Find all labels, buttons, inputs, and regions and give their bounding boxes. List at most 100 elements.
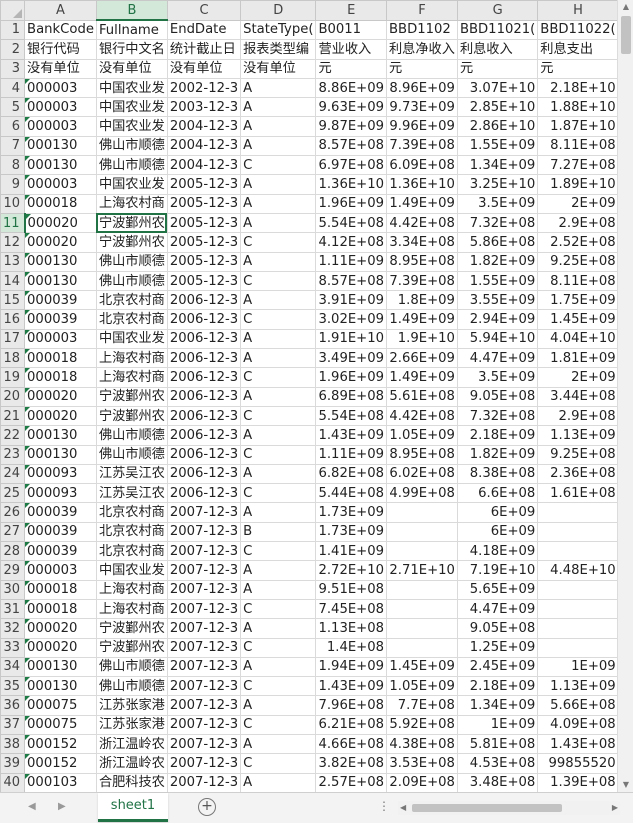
cell-g1[interactable]: BBD11021( — [456, 19, 539, 41]
cell-g29[interactable]: 7.19E+10 — [456, 560, 539, 581]
row-header[interactable]: 35 — [0, 676, 26, 697]
cell-h17[interactable]: 4.04E+10 — [537, 328, 617, 350]
cell-h40[interactable]: 1.39E+08 — [537, 772, 617, 792]
cell-f20[interactable]: 5.61E+08 — [386, 386, 458, 407]
cell-b6[interactable]: 中国农业发 — [95, 116, 168, 137]
cell-c36[interactable]: 2007-12-3 — [166, 695, 242, 716]
row-header[interactable]: 20 — [0, 386, 26, 407]
cell-d34[interactable]: A — [240, 656, 317, 678]
cell-e40[interactable]: 2.57E+08 — [315, 772, 387, 792]
cell-f22[interactable]: 1.05E+09 — [386, 425, 458, 446]
cell-f37[interactable]: 5.92E+08 — [386, 714, 458, 735]
cell-d37[interactable]: C — [240, 714, 317, 735]
cell-h21[interactable]: 2.9E+08 — [537, 405, 617, 427]
row-header[interactable]: 9 — [0, 174, 26, 195]
cell-f31[interactable] — [386, 598, 458, 620]
cell-f19[interactable]: 1.49E+09 — [386, 367, 458, 388]
cell-h9[interactable]: 1.89E+10 — [537, 174, 617, 195]
column-header-e[interactable]: E — [315, 0, 387, 21]
cell-f9[interactable]: 1.36E+10 — [386, 174, 458, 195]
cell-b11[interactable]: 宁波鄞州农 — [95, 212, 168, 234]
row-header[interactable]: 40 — [0, 772, 26, 792]
cell-a35[interactable]: 000130 — [24, 676, 97, 697]
cell-e3[interactable]: 元 — [315, 58, 387, 79]
cell-e21[interactable]: 5.54E+08 — [315, 405, 387, 427]
cell-e30[interactable]: 9.51E+08 — [315, 579, 387, 600]
cell-a18[interactable]: 000018 — [24, 348, 97, 369]
cell-d36[interactable]: A — [240, 695, 317, 716]
cell-b3[interactable]: 没有单位 — [95, 58, 168, 79]
cell-d25[interactable]: C — [240, 483, 317, 504]
cell-a20[interactable]: 000020 — [24, 386, 97, 407]
cell-b38[interactable]: 浙江温岭农 — [95, 733, 168, 755]
cell-f6[interactable]: 9.96E+09 — [386, 116, 458, 137]
cell-d30[interactable]: A — [240, 579, 317, 600]
row-header[interactable]: 4 — [0, 77, 26, 99]
cell-e38[interactable]: 4.66E+08 — [315, 733, 387, 755]
cell-g3[interactable]: 元 — [456, 58, 539, 79]
scroll-up-icon[interactable]: ▲ — [618, 0, 633, 14]
cell-c37[interactable]: 2007-12-3 — [166, 714, 242, 735]
cell-a1[interactable]: BankCode — [24, 19, 97, 41]
cell-g32[interactable]: 9.05E+08 — [456, 618, 539, 639]
cell-g22[interactable]: 2.18E+09 — [456, 425, 539, 446]
cell-a37[interactable]: 000075 — [24, 714, 97, 735]
vertical-scrollbar[interactable]: ▲ ▼ — [617, 0, 633, 792]
cell-g7[interactable]: 1.55E+09 — [456, 135, 539, 157]
cell-h12[interactable]: 2.52E+08 — [537, 232, 617, 253]
cell-e1[interactable]: B0011 — [315, 19, 387, 41]
cell-d39[interactable]: C — [240, 753, 317, 774]
cell-h20[interactable]: 3.44E+08 — [537, 386, 617, 407]
cell-c8[interactable]: 2004-12-3 — [166, 155, 242, 176]
cell-a4[interactable]: 000003 — [24, 77, 97, 99]
cell-h5[interactable]: 1.88E+10 — [537, 97, 617, 118]
cell-f14[interactable]: 7.39E+08 — [386, 270, 458, 292]
cell-b15[interactable]: 北京农村商 — [95, 290, 168, 311]
cell-c5[interactable]: 2003-12-3 — [166, 97, 242, 118]
cell-e11[interactable]: 5.54E+08 — [315, 212, 387, 234]
cell-d13[interactable]: A — [240, 251, 317, 272]
cell-a24[interactable]: 000093 — [24, 463, 97, 485]
cell-d8[interactable]: C — [240, 155, 317, 176]
cell-b19[interactable]: 上海农村商 — [95, 367, 168, 388]
cell-b28[interactable]: 北京农村商 — [95, 541, 168, 562]
cell-f11[interactable]: 4.42E+08 — [386, 212, 458, 234]
cell-c20[interactable]: 2006-12-3 — [166, 386, 242, 407]
row-header[interactable]: 30 — [0, 579, 26, 600]
cell-g23[interactable]: 1.82E+09 — [456, 444, 539, 465]
cell-g28[interactable]: 4.18E+09 — [456, 541, 539, 562]
cell-a17[interactable]: 000003 — [24, 328, 97, 350]
cell-e37[interactable]: 6.21E+08 — [315, 714, 387, 735]
cell-e22[interactable]: 1.43E+09 — [315, 425, 387, 446]
cell-c6[interactable]: 2004-12-3 — [166, 116, 242, 137]
cell-f13[interactable]: 8.95E+08 — [386, 251, 458, 272]
cell-b16[interactable]: 北京农村商 — [95, 309, 168, 330]
cell-e39[interactable]: 3.82E+08 — [315, 753, 387, 774]
cell-f16[interactable]: 1.49E+09 — [386, 309, 458, 330]
cell-b20[interactable]: 宁波鄞州农 — [95, 386, 168, 407]
cell-b27[interactable]: 北京农村商 — [95, 521, 168, 543]
cell-c27[interactable]: 2007-12-3 — [166, 521, 242, 543]
cell-a22[interactable]: 000130 — [24, 425, 97, 446]
row-header[interactable]: 15 — [0, 290, 26, 311]
prev-sheet-icon[interactable]: ◀ — [28, 801, 36, 812]
row-header[interactable]: 36 — [0, 695, 26, 716]
row-header[interactable]: 32 — [0, 618, 26, 639]
cell-c18[interactable]: 2006-12-3 — [166, 348, 242, 369]
cell-d14[interactable]: C — [240, 270, 317, 292]
cell-g16[interactable]: 2.94E+09 — [456, 309, 539, 330]
cell-f17[interactable]: 1.9E+10 — [386, 328, 458, 350]
cell-d18[interactable]: A — [240, 348, 317, 369]
cell-f1[interactable]: BBD1102 — [386, 19, 458, 41]
cell-b35[interactable]: 佛山市顺德 — [95, 676, 168, 697]
cell-d16[interactable]: C — [240, 309, 317, 330]
cell-c13[interactable]: 2005-12-3 — [166, 251, 242, 272]
cell-b37[interactable]: 江苏张家港 — [95, 714, 168, 735]
cell-d21[interactable]: C — [240, 405, 317, 427]
cell-d23[interactable]: C — [240, 444, 317, 465]
cell-b4[interactable]: 中国农业发 — [95, 77, 168, 99]
cell-f28[interactable] — [386, 541, 458, 562]
cell-a32[interactable]: 000020 — [24, 618, 97, 639]
cell-a8[interactable]: 000130 — [24, 155, 97, 176]
cell-d40[interactable]: A — [240, 772, 317, 792]
